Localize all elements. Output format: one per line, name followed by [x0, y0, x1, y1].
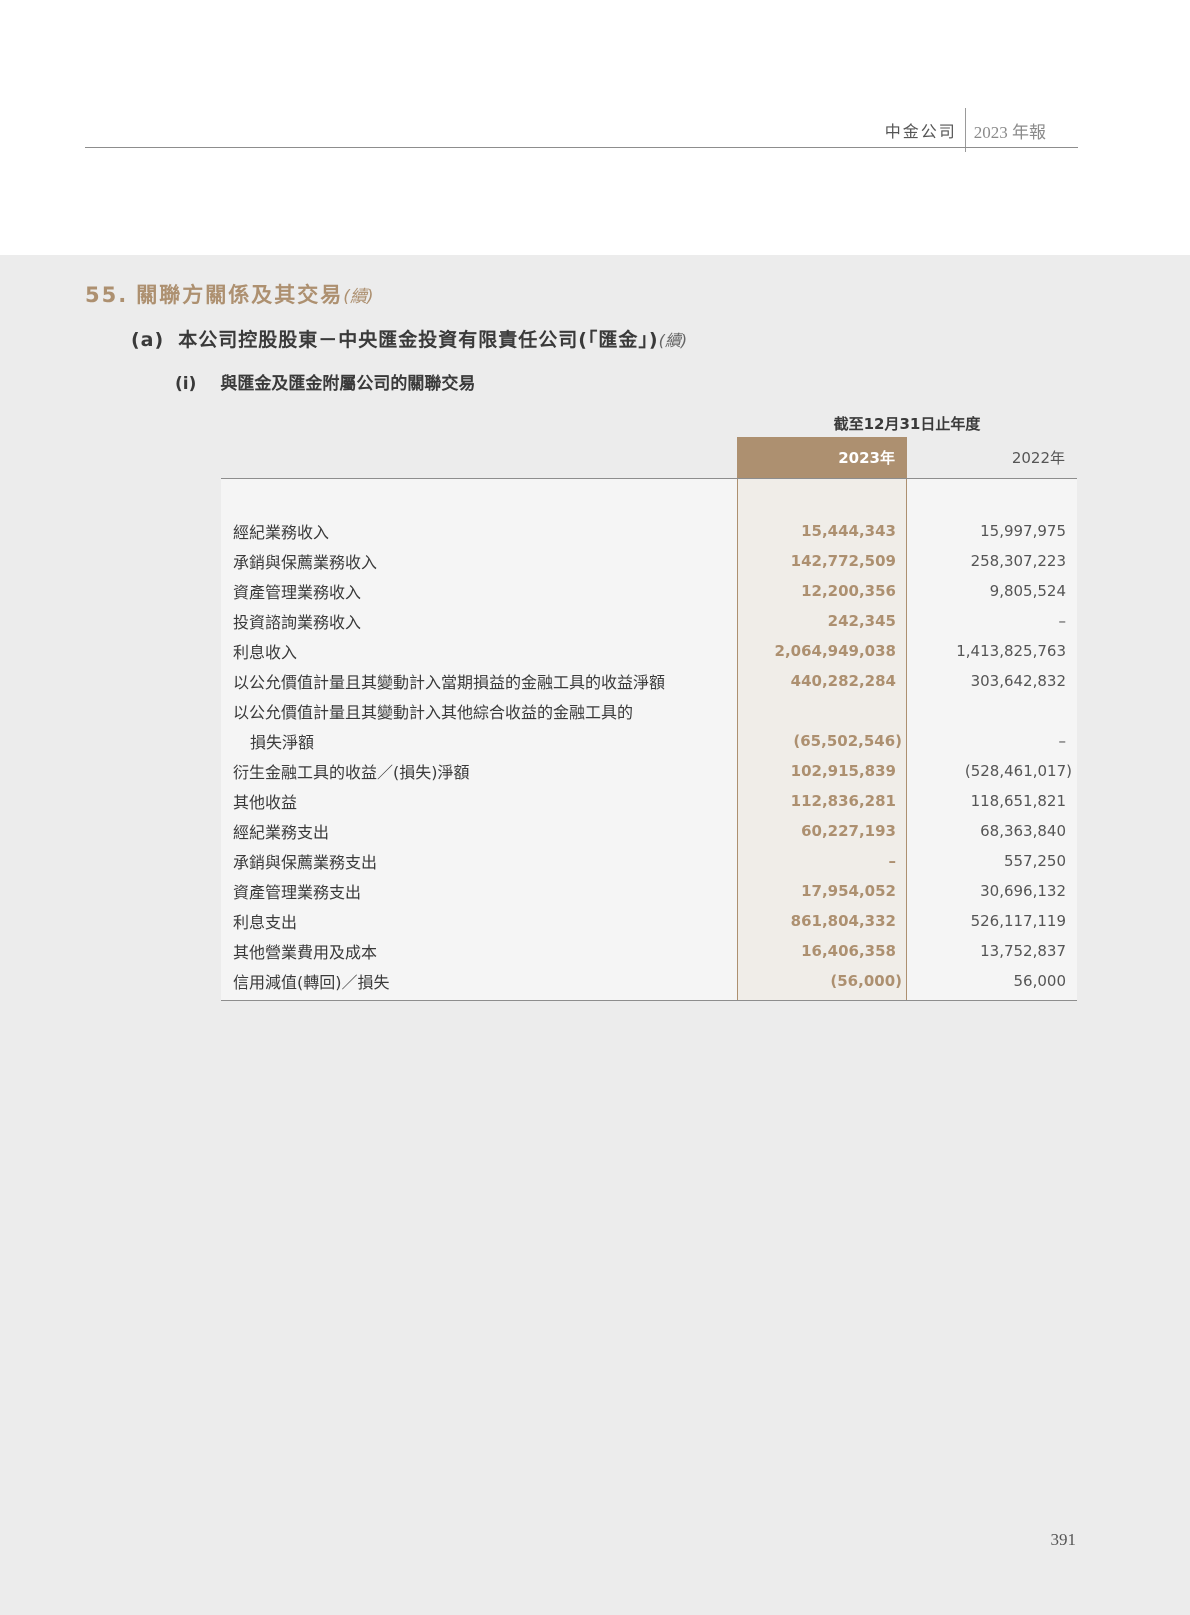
value-2023: 861,804,332: [790, 912, 896, 930]
row-label: 經紀業務收入: [233, 523, 330, 542]
subsubsection-heading: (i) 與匯金及匯金附屬公司的關聯交易: [175, 369, 475, 394]
table-row: 損失淨額 (65,502,546) –: [221, 726, 1077, 756]
value-2023: (56,000): [830, 972, 902, 990]
table-row: 以公允價值計量且其變動計入其他綜合收益的金融工具的: [221, 696, 1077, 726]
period-label: 截至12月31日止年度: [833, 415, 981, 433]
subsection-title: 本公司控股股東－中央匯金投資有限責任公司(「匯金」): [178, 329, 659, 351]
row-label: 資產管理業務支出: [233, 883, 362, 902]
table-row: 經紀業務支出 60,227,193 68,363,840: [221, 816, 1077, 846]
row-label: 其他營業費用及成本: [233, 943, 378, 962]
table-row: 信用減值(轉回)／損失 (56,000) 56,000: [221, 966, 1077, 996]
section-heading: 55. 關聯方關係及其交易(續): [85, 279, 373, 309]
value-2023: 16,406,358: [801, 942, 896, 960]
row-label: 利息收入: [233, 643, 298, 662]
value-2023: 242,345: [827, 612, 896, 630]
row-label: 投資諮詢業務收入: [233, 613, 362, 632]
section-number: 55.: [85, 283, 129, 307]
row-label: 其他收益: [233, 793, 298, 812]
row-label: 利息支出: [233, 913, 298, 932]
value-2023: 15,444,343: [801, 522, 896, 540]
row-label: 損失淨額: [250, 733, 315, 752]
row-label: 以公允價值計量且其變動計入其他綜合收益的金融工具的: [233, 703, 634, 722]
value-2022: 68,363,840: [980, 822, 1066, 840]
column-header-2023: 2023年: [737, 437, 907, 479]
row-label: 承銷與保薦業務收入: [233, 553, 378, 572]
table-bottom-rule: [221, 1000, 1077, 1001]
subsection-heading: (a) 本公司控股股東－中央匯金投資有限責任公司(「匯金」)(續): [131, 325, 687, 352]
table-row: 其他收益 112,836,281 118,651,821: [221, 786, 1077, 816]
table-row: 衍生金融工具的收益／(損失)淨額 102,915,839 (528,461,01…: [221, 756, 1077, 786]
value-2023: 112,836,281: [790, 792, 896, 810]
header-company-name: 中金公司: [884, 122, 957, 141]
table-top-rule: [221, 478, 1077, 479]
value-2022: 526,117,119: [970, 912, 1066, 930]
value-2022: 56,000: [1013, 972, 1067, 990]
header-divider: [964, 108, 966, 152]
table-row: 其他營業費用及成本 16,406,358 13,752,837: [221, 936, 1077, 966]
header-report-title: 2023 年報: [973, 122, 1046, 142]
value-2023: 60,227,193: [801, 822, 896, 840]
row-label: 承銷與保薦業務支出: [233, 853, 378, 872]
subsubsection-label: (i): [175, 374, 197, 394]
value-2022: 303,642,832: [970, 672, 1066, 690]
section-title: 關聯方關係及其交易: [136, 283, 344, 307]
table-row: 利息收入 2,064,949,038 1,413,825,763: [221, 636, 1077, 666]
column-header-2022: 2022年: [1011, 449, 1065, 467]
value-2022: –: [1058, 732, 1067, 750]
running-header: 中金公司 2023 年報: [884, 108, 1046, 152]
table-row: 承銷與保薦業務支出 – 557,250: [221, 846, 1077, 876]
row-label: 衍生金融工具的收益／(損失)淨額: [233, 763, 470, 782]
table-row: 以公允價值計量且其變動計入當期損益的金融工具的收益淨額 440,282,284 …: [221, 666, 1077, 696]
value-2023: 142,772,509: [790, 552, 896, 570]
value-2022: –: [1058, 612, 1067, 630]
value-2022: (528,461,017): [964, 762, 1072, 780]
row-label: 以公允價值計量且其變動計入當期損益的金融工具的收益淨額: [233, 673, 666, 692]
value-2022: 9,805,524: [989, 582, 1066, 600]
value-2023: 12,200,356: [801, 582, 896, 600]
subsection-label: (a): [131, 329, 165, 351]
section-continued: (續): [343, 287, 374, 307]
subsubsection-title: 與匯金及匯金附屬公司的關聯交易: [220, 374, 476, 394]
value-2022: 557,250: [1003, 852, 1066, 870]
value-2023: 17,954,052: [801, 882, 896, 900]
header-rule: [85, 147, 1078, 148]
value-2023: –: [888, 852, 897, 870]
value-2022: 13,752,837: [980, 942, 1066, 960]
row-label: 信用減值(轉回)／損失: [233, 973, 390, 992]
value-2023: 102,915,839: [790, 762, 896, 780]
value-2023: 440,282,284: [790, 672, 896, 690]
table-row: 經紀業務收入 15,444,343 15,997,975: [221, 516, 1077, 546]
page-number: 391: [1050, 1530, 1077, 1549]
transactions-table: 經紀業務收入 15,444,343 15,997,975 承銷與保薦業務收入 1…: [221, 516, 1077, 996]
table-row: 投資諮詢業務收入 242,345 –: [221, 606, 1077, 636]
value-2022: 30,696,132: [980, 882, 1066, 900]
value-2023: (65,502,546): [793, 732, 902, 750]
table-row: 資產管理業務支出 17,954,052 30,696,132: [221, 876, 1077, 906]
table-row: 資產管理業務收入 12,200,356 9,805,524: [221, 576, 1077, 606]
value-2022: 15,997,975: [980, 522, 1066, 540]
value-2022: 1,413,825,763: [956, 642, 1066, 660]
table-row: 利息支出 861,804,332 526,117,119: [221, 906, 1077, 936]
row-label: 資產管理業務收入: [233, 583, 362, 602]
subsection-continued: (續): [658, 331, 688, 350]
row-label: 經紀業務支出: [233, 823, 330, 842]
value-2022: 118,651,821: [970, 792, 1066, 810]
value-2023: 2,064,949,038: [774, 642, 896, 660]
value-2022: 258,307,223: [970, 552, 1066, 570]
table-row: 承銷與保薦業務收入 142,772,509 258,307,223: [221, 546, 1077, 576]
